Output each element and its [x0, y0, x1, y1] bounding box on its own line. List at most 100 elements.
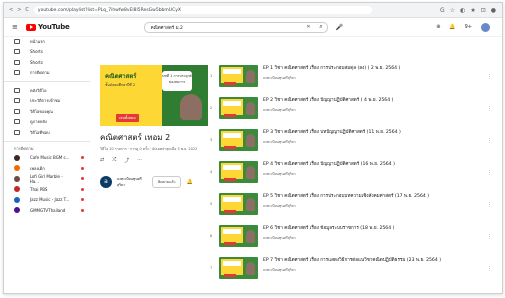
sidebar-item-library[interactable]: คลังวิดีโอ [4, 85, 90, 96]
video-row[interactable]: 1 EP 1 วิชา คณิตศาสตร์ เรื่อง การประกอบสม… [210, 65, 498, 89]
video-title[interactable]: EP 6 วิชา คณิตศาสตร์ เรื่อง ข้อมูลระบบรา… [263, 225, 394, 232]
account-avatar[interactable] [481, 22, 490, 32]
playlist-actions: ⇄ ⤮ ⤴ ⋯ [100, 157, 208, 164]
thumb-banner [223, 229, 241, 234]
thumb-tag [224, 82, 236, 85]
video-row[interactable]: 2 EP 2 วิชา คณิตศาสตร์ เรื่อง ปัญญาปฏิบัต… [210, 97, 498, 121]
video-thumbnail[interactable] [219, 97, 258, 119]
owner-name[interactable]: ลงทะเบียนทุนศรีสุริยา [117, 176, 147, 188]
video-title[interactable]: EP 4 วิชา คณิตศาสตร์ เรื่อง ปัญญาปฏิบัติ… [263, 161, 395, 168]
video-channel[interactable]: ลงทะเบียนทุนศรีสุริยา [263, 107, 393, 113]
sidebar-item-label: วิดีโอของคุณ [30, 108, 53, 114]
subscription-item[interactable]: Jazz Music - Jazz T... [4, 195, 90, 206]
video-channel[interactable]: ลงทะเบียนทุนศรีสุริยา [263, 235, 394, 241]
bookmark-star-icon[interactable]: ☆ [450, 7, 455, 14]
subscription-label: Jazz Music - Jazz T... [30, 197, 70, 203]
more-options-icon[interactable]: ⋮ [487, 138, 492, 144]
more-options-icon[interactable]: ⋮ [487, 202, 492, 208]
create-icon[interactable]: ⊕ [436, 24, 440, 30]
subscription-item[interactable]: Lofi Girl Marble - Ha... [4, 174, 90, 185]
sidebar-item-your-videos[interactable]: วิดีโอของคุณ [4, 106, 90, 117]
clear-search-icon[interactable]: ✕ [306, 24, 310, 30]
subscription-label: GMMGTVThailand [30, 207, 66, 213]
subscription-item[interactable]: Cafe Music BGM c... [4, 153, 90, 164]
video-index: 3 [210, 138, 213, 142]
video-channel[interactable]: ลงทะเบียนทุนศรีสุริยา [263, 267, 441, 273]
google-icon[interactable]: G [440, 7, 445, 14]
subscription-item[interactable]: เพลงเด็ก [4, 163, 90, 174]
address-bar[interactable]: youtube.com/playlist?list=PLq_7ihwfw8vEl… [33, 6, 372, 14]
more-options-icon[interactable]: ⋮ [487, 234, 492, 240]
share-icon[interactable]: ⤴ [124, 157, 129, 164]
subscribe-button[interactable]: ติดตามแล้ว [152, 176, 182, 188]
thumb-banner [223, 69, 241, 74]
mic-icon[interactable]: 🎤 [336, 24, 343, 31]
owner-avatar[interactable]: a [100, 176, 112, 188]
playlist-meta: วิดีโอ 20 รายการ · การดู 0 ครั้ง · อัปเด… [100, 147, 198, 151]
subscription-item[interactable]: Thai PBS [4, 184, 90, 195]
video-thumbnail[interactable] [219, 65, 258, 87]
more-options-icon[interactable]: ⋮ [487, 74, 492, 80]
video-index: 5 [210, 202, 213, 206]
youtube-header: ≡ YouTube คณิตศาสตร์ ม.2 ✕ ⌕ 🎤 ⊕ 🔔 9+ [4, 18, 502, 37]
sidebar-item-history[interactable]: ประวัติการเข้าชม [4, 96, 90, 107]
sidebar-item-explore[interactable]: Shorts [4, 47, 90, 58]
sidebar-item-liked[interactable]: วิดีโอที่ชอบ [4, 127, 90, 138]
youtube-logo[interactable]: YouTube [26, 23, 70, 31]
more-options-icon[interactable]: ⋮ [487, 106, 492, 112]
video-row[interactable]: 5 EP 5 วิชา คณิตศาสตร์ เรื่อง การประกอบบท… [210, 193, 498, 217]
video-row[interactable]: 3 EP 3 วิชา คณิตศาสตร์ เรื่อง บทปัญญาปฏิบ… [210, 129, 498, 153]
forward-icon[interactable]: > [17, 7, 21, 13]
sidepanel-icon[interactable]: ⊡ [481, 7, 486, 14]
extension-star-icon[interactable]: ★ [470, 7, 475, 14]
video-title[interactable]: EP 2 วิชา คณิตศาสตร์ เรื่อง ปัญญาปฏิบัติ… [263, 97, 393, 104]
more-options-icon[interactable]: ⋮ [487, 170, 492, 176]
reload-icon[interactable]: C [25, 7, 29, 13]
subscription-item[interactable]: GMMGTVThailand [4, 205, 90, 216]
logo-text: YouTube [38, 23, 70, 31]
profile-icon[interactable]: ● [491, 7, 496, 14]
video-channel[interactable]: ลงทะเบียนทุนศรีสุริยา [263, 171, 395, 177]
sidebar-item-watch-later[interactable]: ดูภายหลัง [4, 117, 90, 128]
video-thumbnail[interactable] [219, 193, 258, 215]
search-icon[interactable]: ⌕ [319, 23, 322, 31]
sidebar-item-shorts[interactable]: Shorts [4, 57, 90, 68]
thumb-presenter [246, 102, 255, 115]
video-title[interactable]: EP 7 วิชา คณิตศาสตร์ เรื่อง การแสดงวิธีก… [263, 257, 441, 264]
video-title[interactable]: EP 5 วิชา คณิตศาสตร์ เรื่อง การประกอบบทค… [263, 193, 429, 200]
youtube-play-icon [26, 23, 36, 31]
bell-icon[interactable]: 🔔 [186, 179, 192, 185]
video-channel[interactable]: ลงทะเบียนทุนศรีสุริยา [263, 75, 400, 81]
loop-icon[interactable]: ⇄ [100, 157, 104, 164]
play-all-button[interactable]: เล่นทั้งหมด [116, 114, 139, 122]
live-dot-icon [81, 198, 84, 202]
extension-icon[interactable]: ◐ [460, 7, 465, 14]
shuffle-icon[interactable]: ⤮ [112, 157, 116, 164]
subscription-label: Cafe Music BGM c... [30, 155, 70, 161]
back-icon[interactable]: < [9, 7, 13, 13]
video-row[interactable]: 6 EP 6 วิชา คณิตศาสตร์ เรื่อง ข้อมูลระบบร… [210, 225, 498, 249]
video-row[interactable]: 4 EP 4 วิชา คณิตศาสตร์ เรื่อง ปัญญาปฏิบัต… [210, 161, 498, 185]
more-icon[interactable]: ⋯ [137, 157, 142, 164]
video-thumbnail[interactable] [219, 129, 258, 151]
video-channel[interactable]: ลงทะเบียนทุนศรีสุริยา [263, 203, 429, 209]
search-input[interactable]: คณิตศาสตร์ ม.2 ✕ ⌕ [143, 21, 328, 33]
video-row[interactable]: 7 EP 7 วิชา คณิตศาสตร์ เรื่อง การแสดงวิธี… [210, 257, 498, 281]
video-text: EP 5 วิชา คณิตศาสตร์ เรื่อง การประกอบบทค… [263, 193, 429, 209]
sidebar-item-subscriptions[interactable]: การติดตาม [4, 68, 90, 79]
video-index: 2 [210, 106, 213, 110]
thumb-tag [224, 242, 236, 245]
video-title[interactable]: EP 3 วิชา คณิตศาสตร์ เรื่อง บทปัญญาปฏิบั… [263, 129, 401, 136]
thumbnail-subtitle: ชั้นมัธยมศึกษาปีที่ 2 [105, 83, 136, 87]
hamburger-menu-icon[interactable]: ≡ [12, 23, 20, 31]
video-title[interactable]: EP 1 วิชา คณิตศาสตร์ เรื่อง การประกอบสมด… [263, 65, 400, 72]
video-thumbnail[interactable] [219, 257, 258, 279]
video-thumbnail[interactable] [219, 161, 258, 183]
more-options-icon[interactable]: ⋮ [487, 266, 492, 272]
sidebar-item-home[interactable]: หน้าแรก [4, 36, 90, 47]
channel-avatar [14, 154, 20, 161]
video-channel[interactable]: ลงทะเบียนทุนศรีสุริยา [263, 139, 401, 145]
video-thumbnail[interactable] [219, 225, 258, 247]
playlist-thumbnail[interactable]: คณิตศาสตร์ ชั้นมัธยมศึกษาปีที่ 2 บทที่ 1… [100, 65, 208, 126]
notifications-icon[interactable]: 🔔 [449, 24, 455, 30]
